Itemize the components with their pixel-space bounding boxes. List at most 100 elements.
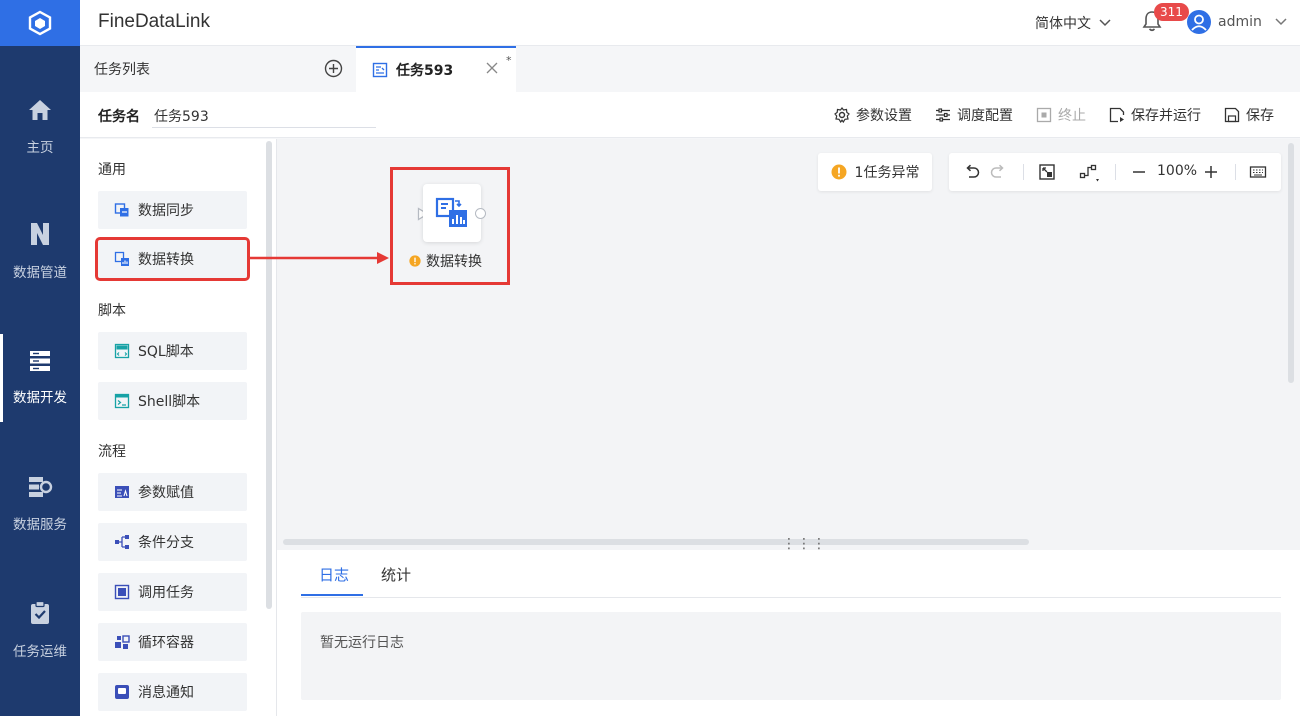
auto-layout-button[interactable] [1079,163,1101,187]
log-content: 暂无运行日志 [301,612,1281,700]
fit-view-icon [1039,164,1055,180]
sql-script-icon [114,343,130,359]
comp-call-task[interactable]: 调用任务 [98,573,247,611]
redo-button[interactable] [989,163,1007,185]
empty-log-message: 暂无运行日志 [320,635,404,651]
user-name: admin [1218,14,1262,30]
canvas-h-scrollbar[interactable] [283,539,1029,545]
nav-item-label: 数据开发 [13,390,67,406]
comp-param-assign[interactable]: 参数赋值 [98,473,247,511]
plus-icon [1205,166,1217,178]
tab-stats[interactable]: 统计 [381,564,411,585]
section-flow: 流程 [98,444,126,460]
nav-item-dev[interactable]: 数据开发 [0,328,80,428]
data-transform-icon [435,197,467,227]
comp-data-transform[interactable]: 数据转换 [95,237,250,281]
warning-icon [831,164,847,180]
comp-data-sync[interactable]: 数据同步 [98,191,247,229]
nav-item-label: 主页 [26,140,54,156]
tab-log[interactable]: 日志 [319,564,349,585]
comp-label: 条件分支 [138,535,194,551]
section-general: 通用 [98,162,126,178]
palette-scrollbar[interactable] [266,141,272,609]
schedule-config-button[interactable]: 调度配置 [935,105,1013,125]
log-panel: 日志 统计 暂无运行日志 [276,550,1300,716]
nav-item-ops[interactable]: 任务运维 [0,580,80,680]
close-icon [486,62,498,74]
zoom-in-button[interactable] [1202,163,1220,185]
language-label: 简体中文 [1035,16,1091,32]
comp-label: 数据转换 [138,252,194,268]
task-exception-label: 1任务异常 [854,165,920,181]
gear-icon [834,107,850,123]
transform-node[interactable] [423,184,481,242]
zoom-out-button[interactable] [1130,163,1148,185]
nav-item-label: 数据管道 [13,265,67,281]
active-tab-indicator [301,594,363,596]
comp-condition-branch[interactable]: 条件分支 [98,523,247,561]
dev-icon [30,351,50,371]
comp-message-notify[interactable]: 消息通知 [98,673,247,711]
logo-icon [28,10,52,36]
comp-label: 数据同步 [138,203,194,219]
comp-label: SQL脚本 [138,344,194,360]
task-file-icon [372,62,388,78]
nav-item-label: 任务运维 [13,644,67,660]
data-transform-icon [114,251,129,266]
language-selector[interactable]: 简体中文 [1035,13,1111,33]
shell-script-icon [114,393,130,409]
tab-task-593-label: 任务593 [396,63,454,79]
panel-resize-handle[interactable]: ⋮⋮⋮ [782,537,827,551]
comp-label: 参数赋值 [138,485,194,501]
stop-button[interactable]: 终止 [1036,105,1086,125]
minimap-button[interactable] [1249,163,1267,185]
chevron-down-icon [1275,18,1287,26]
tab-task-list[interactable]: 任务列表 [80,46,356,92]
branch-icon [115,535,129,549]
param-settings-label: 参数设置 [856,108,912,124]
component-palette: 通用 数据同步 数据转换 脚本 SQL脚本 Shell脚本 流程 参数赋值 条件… [80,139,276,716]
comp-shell-script[interactable]: Shell脚本 [98,382,247,420]
task-name-input[interactable] [152,104,376,128]
fit-view-button[interactable] [1038,163,1056,185]
call-task-icon [114,584,130,600]
keyboard-icon [1249,166,1267,178]
nav-item-home[interactable]: 主页 [0,77,80,177]
save-and-run-label: 保存并运行 [1131,108,1201,124]
task-exception-indicator[interactable]: 1任务异常 [818,153,932,191]
save-label: 保存 [1246,108,1274,124]
save-button[interactable]: 保存 [1224,105,1274,125]
node-output-port[interactable] [475,208,486,219]
canvas-v-scrollbar[interactable] [1288,143,1294,383]
nav-item-pipeline[interactable]: 数据管道 [0,201,80,301]
sliders-icon [936,108,950,122]
param-settings-button[interactable]: 参数设置 [834,105,912,125]
top-bar: FineDataLink 简体中文 311 admin [80,0,1300,46]
tab-task-593[interactable]: 任务593 * [356,46,516,92]
app-title: FineDataLink [98,11,210,32]
save-and-run-button[interactable]: 保存并运行 [1109,105,1201,125]
workflow-canvas[interactable]: 1任务异常 100% 数据转换 ⋮⋮⋮ [276,139,1300,551]
comp-sql-script[interactable]: SQL脚本 [98,332,247,370]
tabs-row: 任务列表 任务593 * [80,46,1300,92]
plus-circle-icon [324,59,343,78]
comp-label: 调用任务 [138,585,194,601]
comp-label: 循环容器 [138,635,194,651]
data-sync-icon [114,203,129,217]
message-icon [115,685,129,699]
nav-item-label: 数据服务 [13,517,67,533]
close-tab-button[interactable] [486,62,498,78]
stop-icon [1036,107,1052,123]
comp-loop-container[interactable]: 循环容器 [98,623,247,661]
task-toolbar: 任务名 参数设置 调度配置 终止 保存并运行 保存 [80,92,1300,138]
zoom-level: 100% [1157,163,1198,179]
unsaved-indicator: * [506,54,512,67]
user-menu[interactable]: admin [1187,10,1287,34]
app-logo[interactable] [0,0,80,46]
toolbar-divider [1115,164,1116,180]
section-script: 脚本 [98,303,126,319]
nav-item-service[interactable]: 数据服务 [0,454,80,554]
add-task-button[interactable] [324,59,343,82]
undo-button[interactable] [963,163,981,185]
notification-badge: 311 [1154,3,1189,21]
